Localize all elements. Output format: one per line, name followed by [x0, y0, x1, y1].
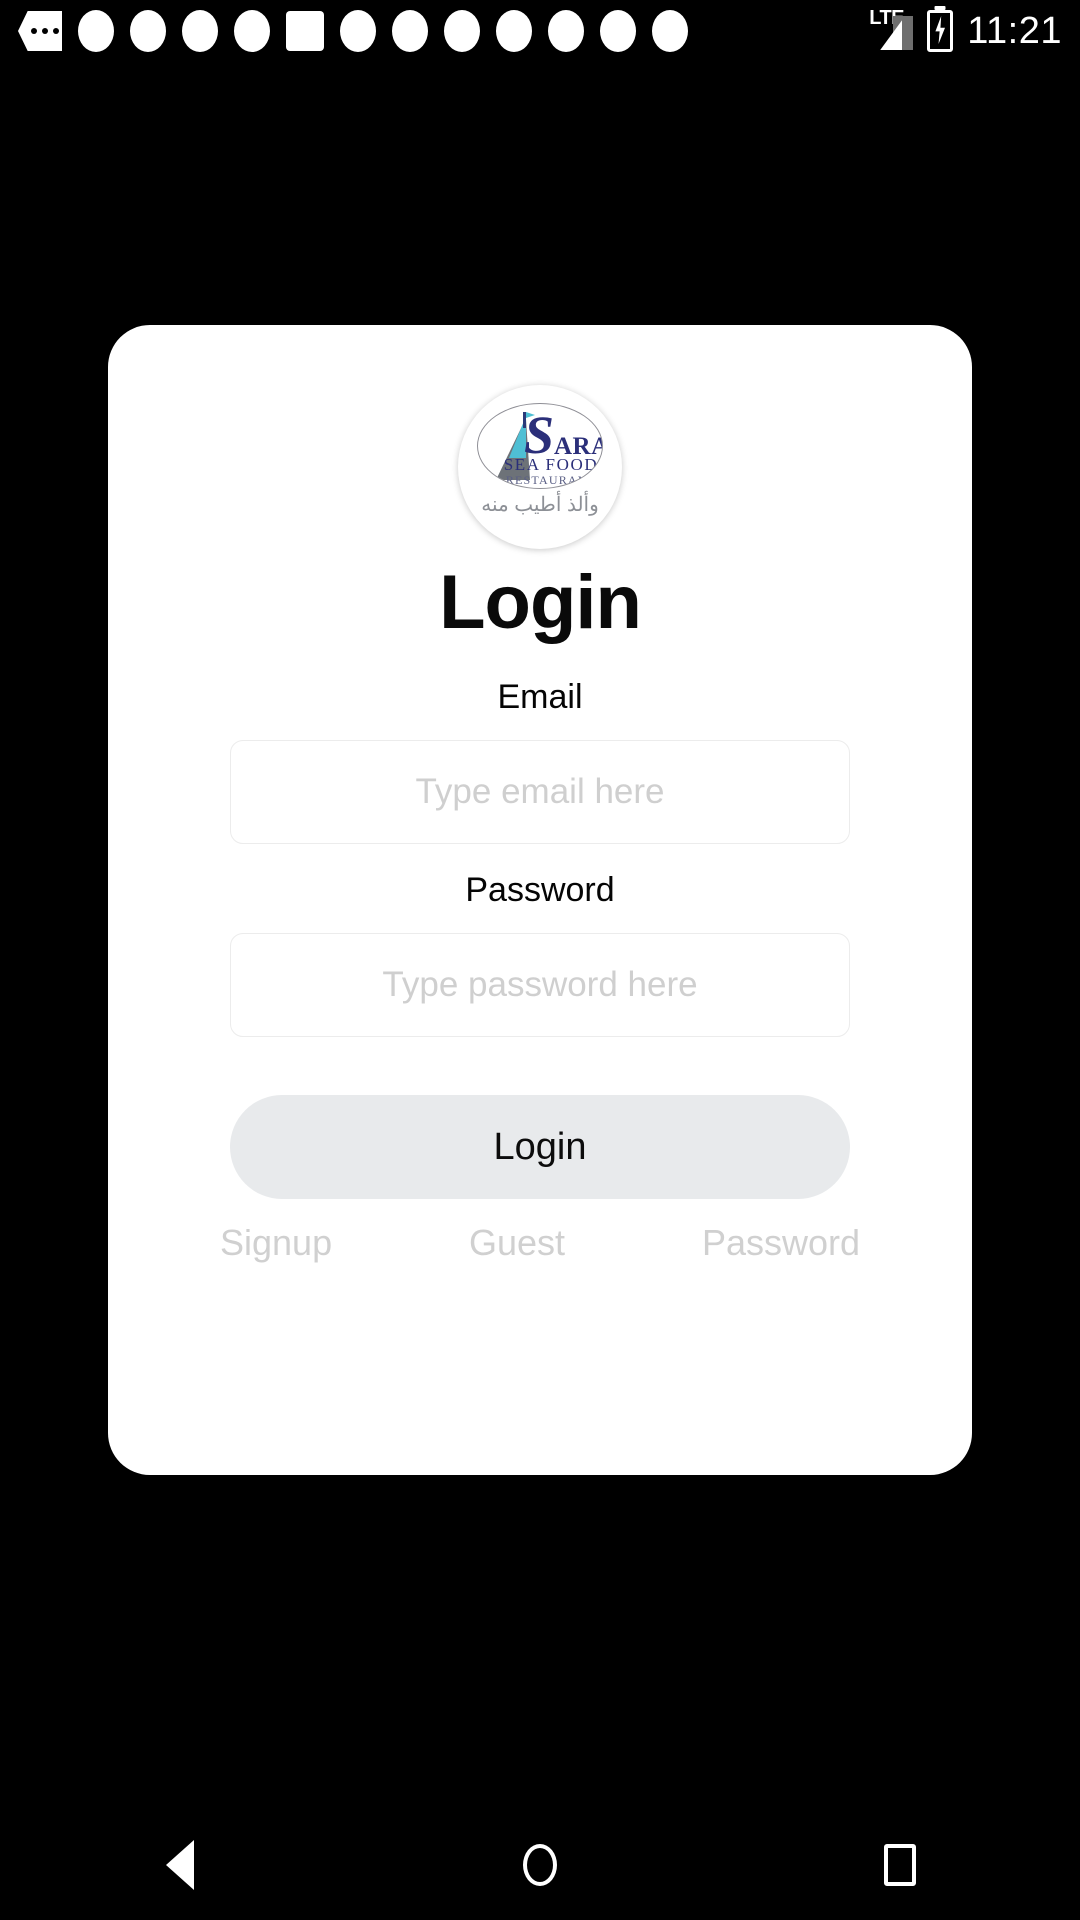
phone-screen: LTE 11:21 S ARA SEA FOOD: [0, 0, 1080, 1920]
auth-links-row: Signup Guest Password: [220, 1225, 860, 1261]
circle-notification-icon: [340, 10, 376, 52]
forgot-password-link[interactable]: Password: [702, 1225, 860, 1261]
circle-notification-icon: [234, 10, 270, 52]
email-field-group: Email: [108, 680, 972, 844]
circle-notification-icon: [130, 10, 166, 52]
overflow-dots-icon: [18, 11, 62, 51]
logo-brand-initial: S: [524, 405, 555, 465]
login-button[interactable]: Login: [230, 1095, 850, 1199]
nav-back-button[interactable]: [120, 1810, 240, 1920]
logo-arabic-tagline: وألذ أطيب منه: [481, 494, 599, 516]
status-bar-clock: 11:21: [967, 10, 1062, 52]
nav-recents-button[interactable]: [840, 1810, 960, 1920]
nav-home-button[interactable]: [480, 1810, 600, 1920]
lte-signal-icon: LTE: [869, 8, 914, 52]
logo-emblem: S ARA SEA FOOD RESTAURANT: [477, 403, 603, 489]
circle-notification-icon: [600, 10, 636, 52]
page-title: Login: [439, 560, 642, 645]
notification-icon-group: [18, 10, 869, 52]
circle-notification-icon: [78, 10, 114, 52]
circle-notification-icon: [496, 10, 532, 52]
circle-notification-icon: [548, 10, 584, 52]
square-notification-icon: [286, 11, 324, 51]
password-input[interactable]: [230, 933, 850, 1037]
status-bar: LTE 11:21: [0, 0, 1080, 62]
square-recents-icon: [884, 1844, 916, 1886]
logo-restaurant-text: RESTAURANT: [505, 473, 597, 487]
app-logo: S ARA SEA FOOD RESTAURANT وألذ أطيب منه: [458, 385, 622, 549]
android-navigation-bar: [0, 1810, 1080, 1920]
circle-notification-icon: [182, 10, 218, 52]
circle-notification-icon: [652, 10, 688, 52]
signup-link[interactable]: Signup: [220, 1225, 332, 1261]
email-input[interactable]: [230, 740, 850, 844]
battery-charging-icon: [927, 10, 954, 52]
logo-seafood-text: SEA FOOD: [503, 455, 599, 474]
circle-notification-icon: [444, 10, 480, 52]
triangle-back-icon: [166, 1840, 194, 1890]
circle-home-icon: [523, 1844, 557, 1886]
login-card: S ARA SEA FOOD RESTAURANT وألذ أطيب منه …: [108, 325, 972, 1475]
guest-link[interactable]: Guest: [469, 1225, 565, 1261]
password-field-group: Password: [108, 873, 972, 1037]
email-label: Email: [497, 678, 583, 716]
circle-notification-icon: [392, 10, 428, 52]
status-bar-right: LTE 11:21: [869, 8, 1062, 52]
logo-circle: S ARA SEA FOOD RESTAURANT وألذ أطيب منه: [458, 385, 622, 549]
password-label: Password: [465, 871, 615, 909]
